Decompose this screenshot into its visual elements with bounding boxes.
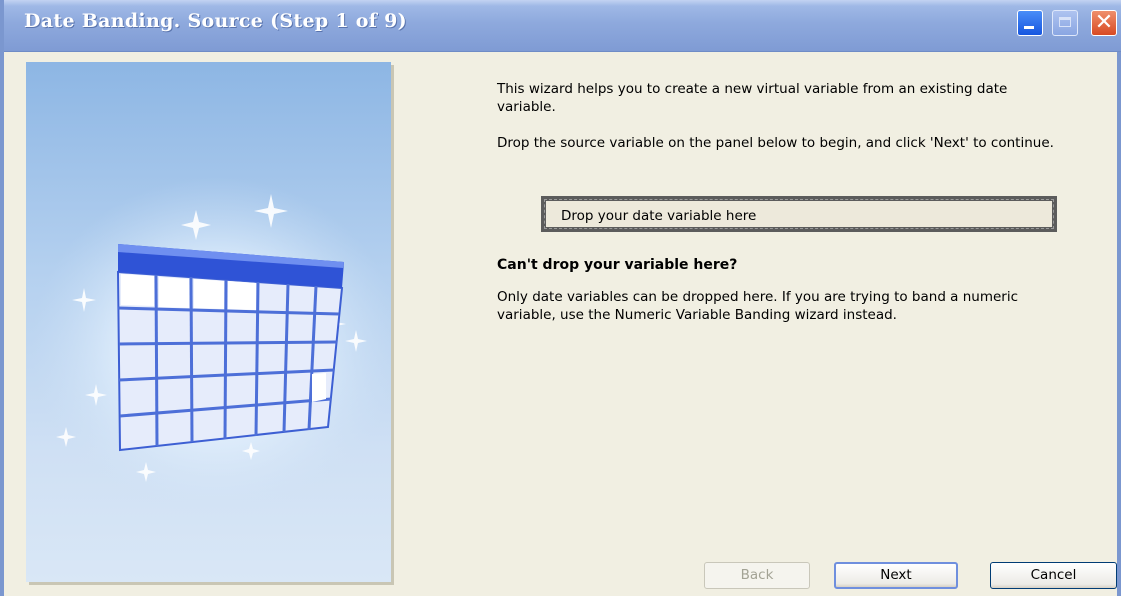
date-variable-drop-target[interactable]: Drop your date variable here (541, 196, 1057, 232)
intro-text-1: This wizard helps you to create a new vi… (497, 81, 1008, 115)
maximize-icon (1059, 17, 1071, 27)
window-title: Date Banding. Source (Step 1 of 9) (24, 10, 407, 32)
next-button[interactable]: Next (834, 562, 958, 589)
minimize-icon (1024, 26, 1034, 29)
help-text: Only date variables can be dropped here.… (497, 289, 1019, 323)
title-bar[interactable]: Date Banding. Source (Step 1 of 9) ✕ (4, 0, 1121, 52)
minimize-button[interactable] (1017, 10, 1043, 36)
cancel-button[interactable]: Cancel (990, 562, 1117, 589)
close-button[interactable]: ✕ (1091, 10, 1117, 36)
calendar-grid-icon (31, 177, 401, 517)
wizard-illustration (26, 62, 401, 582)
back-button[interactable]: Back (704, 562, 810, 589)
drop-target-label: Drop your date variable here (561, 208, 757, 224)
close-icon: ✕ (1094, 10, 1114, 35)
intro-text-2: Drop the source variable on the panel be… (497, 135, 1054, 151)
maximize-button[interactable] (1052, 10, 1078, 36)
help-heading: Can't drop your variable here? (497, 257, 738, 273)
wizard-window: Date Banding. Source (Step 1 of 9) ✕ Thi… (0, 0, 1121, 596)
